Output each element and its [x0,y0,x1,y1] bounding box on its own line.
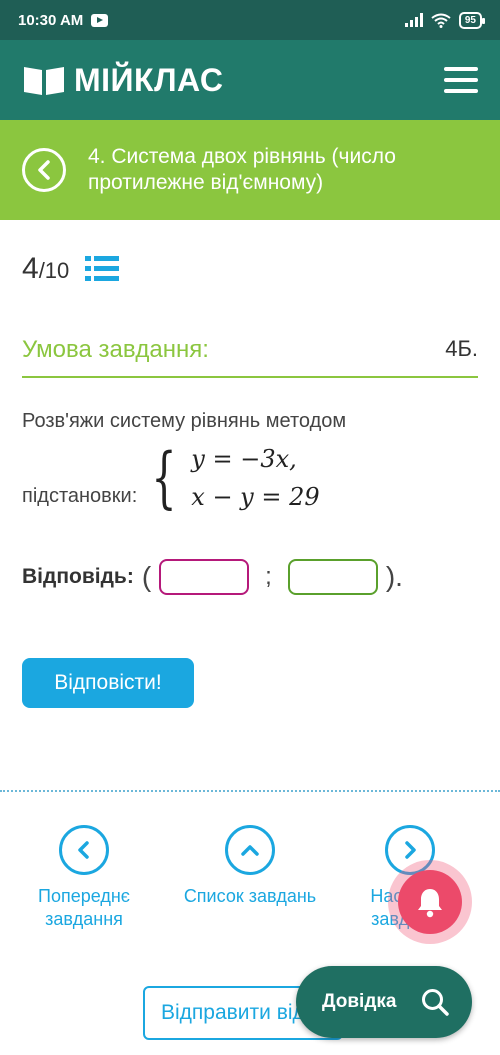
bell-icon [418,889,442,918]
bell-inner [398,870,462,934]
topic-title: 4. Система двох рівнянь (число протилежн… [88,145,396,194]
app-header: МІЙКЛАС [0,40,500,120]
task-header: Умова завдання: 4Б. [22,336,478,378]
task-list-button[interactable]: Список завдань [180,825,320,908]
divider [0,790,500,792]
book-icon [24,67,64,95]
battery-indicator: 95 [458,11,486,29]
prev-circle [59,825,109,875]
wifi-icon [431,13,451,28]
help-label: Довідка [322,991,397,1012]
equation-system: підстановки: { y = −3x, x − y = 29 [22,440,320,516]
status-time: 10:30 AM [18,11,84,29]
search-icon [422,989,449,1016]
open-paren: ( [141,561,152,592]
answer-row: Відповідь: ( ; ). [22,558,411,596]
task-points: 4Б. [445,336,478,361]
previous-task-label: Попереднє завдання [38,886,130,929]
list-icon[interactable] [85,255,120,283]
progress-total: /10 [38,258,70,283]
chevron-right-icon [405,841,416,859]
task-text: Розв'яжи систему рівнянь методом [22,410,347,432]
youtube-notification-icon [91,13,109,27]
task-text-continued: підстановки: [22,484,138,507]
task-list-label: Список завдань [183,886,317,906]
chevron-left-icon [78,841,89,859]
equations: y = −3x, x − y = 29 [191,440,319,516]
topic-bar: 4. Система двох рівнянь (число протилежн… [0,120,500,220]
progress-current: 4 [22,252,39,285]
chevron-left-icon [38,160,50,180]
close-paren: ). [385,561,403,592]
submit-answer-button[interactable]: Відповісти! [22,658,194,708]
logo-text: МІЙКЛАС [74,61,224,98]
chevron-up-icon [241,845,259,856]
previous-task-button[interactable]: Попереднє завдання [14,825,154,931]
signal-icon [404,13,423,27]
answer-separator: ; [265,563,272,590]
equation-1: y = −3x, [191,445,297,473]
status-bar: 10:30 AM 95 [0,0,500,40]
help-button[interactable]: Довідка [296,966,472,1038]
system-brace: { [151,439,177,516]
notification-bell-button[interactable] [388,860,472,944]
answer-input-y[interactable] [287,559,378,595]
list-circle [225,825,275,875]
equation-2: x − y = 29 [191,483,320,511]
task-heading: Умова завдання: [22,336,209,363]
status-icons: 95 [404,11,486,29]
answer-label: Відповідь: [22,565,134,588]
back-button[interactable] [22,148,66,192]
logo[interactable]: МІЙКЛАС [22,62,223,99]
answer-input-x[interactable] [159,559,250,595]
hamburger-menu-icon[interactable] [444,67,478,93]
task-progress: 4 /10 [22,252,120,286]
